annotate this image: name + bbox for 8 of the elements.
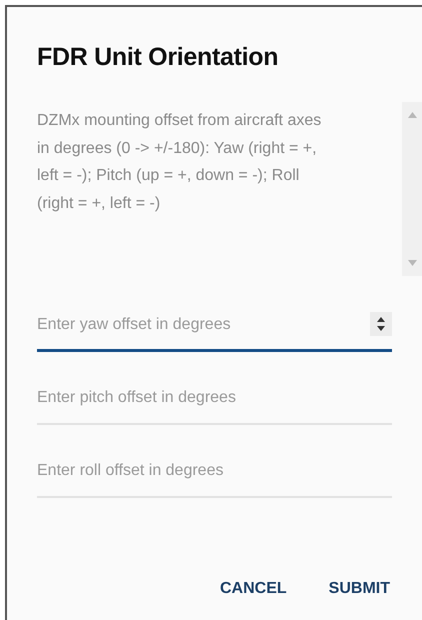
- scroll-up-icon[interactable]: [408, 112, 416, 118]
- scrollbar[interactable]: [402, 102, 422, 276]
- dialog-title: FDR Unit Orientation: [37, 43, 280, 72]
- description-text: DZMx mounting offset from aircraft axes in degrees (0 -> +/-180): Yaw (right = +, left = -); Pitch (up = +, down = -); Roll (right = +, left = -): [36, 111, 322, 214]
- spinner-icon[interactable]: [370, 312, 392, 336]
- dialog-button[interactable]: SUBMIT: [328, 576, 390, 602]
- dialog-button[interactable]: CANCEL: [220, 576, 287, 602]
- scroll-down-icon[interactable]: [408, 260, 416, 266]
